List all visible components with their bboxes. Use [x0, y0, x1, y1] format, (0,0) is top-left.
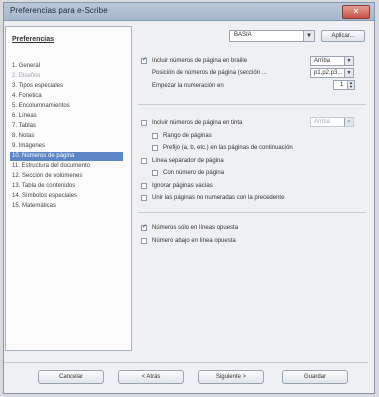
start-numbering-stepper[interactable]: 1 ▲ ▼	[333, 80, 355, 90]
style-select[interactable]: BASIA ▼	[229, 30, 315, 42]
sidebar-item-special-types[interactable]: 3. Tipos especiales	[10, 82, 123, 91]
apply-button[interactable]: Aplicar...	[321, 30, 365, 42]
include-braille-numbers-label: Incluir números de página en braille	[152, 58, 248, 64]
footer-divider	[4, 362, 368, 363]
close-button[interactable]: ✕	[342, 5, 370, 19]
sidebar-item-designs[interactable]: 2. Diseños	[10, 72, 123, 81]
join-unnumbered-label: Unir las páginas no numeradas con la pre…	[152, 195, 285, 201]
divider	[138, 212, 366, 213]
save-button[interactable]: Guardar	[282, 370, 348, 384]
sidebar-item-tables[interactable]: 7. Tablas	[10, 122, 123, 131]
close-icon: ✕	[352, 7, 360, 16]
ink-position-select[interactable]: Arriba ▼	[310, 117, 354, 127]
prefix-label: Prefijo (a, b, etc.) en las páginas de c…	[163, 145, 293, 151]
include-ink-numbers-checkbox[interactable]	[141, 120, 147, 126]
start-numbering-label: Empezar la numeración en	[152, 83, 224, 89]
sidebar-item-math[interactable]: 15. Matemáticas	[10, 202, 123, 211]
include-braille-numbers-checkbox[interactable]	[141, 56, 147, 64]
sidebar-item-lines[interactable]: 6. Líneas	[10, 112, 123, 121]
bottom-line-label: Número abajo en línea opuesta	[152, 238, 236, 244]
next-button[interactable]: Siguiente >	[198, 370, 264, 384]
prefix-checkbox[interactable]	[152, 145, 158, 151]
braille-position-value: Arriba	[314, 58, 331, 64]
bottom-line-checkbox[interactable]	[141, 238, 147, 244]
page-separator-checkbox[interactable]	[141, 158, 147, 164]
braille-position-select[interactable]: Arriba ▼	[310, 56, 354, 66]
sidebar-item-document-structure[interactable]: 11. Estructura del documento	[10, 162, 123, 171]
page-separator-label: Línea separador de página	[152, 158, 224, 164]
position-format-select[interactable]: p1,p2,p3... ▼	[310, 68, 354, 78]
chevron-down-icon: ▼	[344, 69, 353, 77]
odd-lines-only-checkbox[interactable]	[141, 223, 147, 231]
position-format-value: p1,p2,p3...	[314, 70, 343, 76]
with-page-number-label: Con número de página	[163, 170, 225, 176]
sidebar-item-general[interactable]: 1. General	[10, 62, 123, 71]
sidebar-item-phonetics[interactable]: 4. Fonetica	[10, 92, 123, 101]
include-ink-numbers-label: Incluir números de página en tinta	[152, 120, 243, 126]
chevron-down-icon: ▼	[344, 118, 353, 126]
sidebar-item-special-symbols[interactable]: 14. Símbolos especiales	[10, 192, 123, 201]
position-label: Posición de números de página (sección .…	[152, 70, 267, 76]
divider	[138, 104, 366, 105]
style-select-value: BASIA	[234, 32, 252, 38]
sidebar-item-page-numbers[interactable]: 10. Números de página	[10, 152, 123, 161]
ignore-empty-pages-label: Ignorar páginas vacías	[152, 183, 213, 189]
sidebar-item-columns[interactable]: 5. Encolumnamientos	[10, 102, 123, 111]
title-bar[interactable]: Preferencias para e-Scribe ✕	[4, 3, 374, 21]
chevron-down-icon: ▼	[344, 57, 353, 65]
ink-position-value: Arriba	[314, 119, 331, 125]
sidebar-item-images[interactable]: 9. Imágenes	[10, 142, 123, 151]
ignore-empty-pages-checkbox[interactable]	[141, 183, 147, 189]
chevron-down-icon[interactable]: ▼	[303, 31, 314, 41]
sidebar-heading: Preferencias	[12, 36, 55, 43]
stepper-arrows-icon[interactable]: ▲ ▼	[347, 81, 354, 89]
window-title: Preferencias para e-Scribe	[10, 6, 108, 15]
join-unnumbered-checkbox[interactable]	[141, 195, 147, 201]
page-range-label: Rango de páginas	[163, 133, 212, 139]
sidebar-item-notes[interactable]: 8. Notas	[10, 132, 123, 141]
sidebar-item-volumes[interactable]: 12. Sección de volúmenes	[10, 172, 123, 181]
cancel-button[interactable]: Cancelar	[38, 370, 104, 384]
odd-lines-only-label: Números sólo en líneas opuesta	[152, 225, 239, 231]
category-sidebar: Preferencias 1. General 2. Diseños 3. Ti…	[5, 26, 132, 351]
sidebar-item-toc[interactable]: 13. Tabla de contenidos	[10, 182, 123, 191]
with-page-number-checkbox[interactable]	[152, 170, 158, 176]
start-numbering-value: 1	[340, 82, 344, 88]
back-button[interactable]: < Atrás	[118, 370, 184, 384]
page-range-checkbox[interactable]	[152, 133, 158, 139]
